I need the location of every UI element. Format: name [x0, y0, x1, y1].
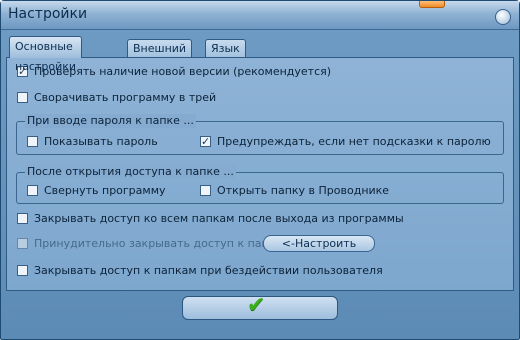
close-button[interactable] [495, 9, 511, 25]
minimize-tray-checkbox[interactable] [17, 92, 28, 103]
close-on-idle-label: Закрывать доступ к папкам при бездействи… [34, 264, 383, 277]
checkmark-icon: ✔ [247, 293, 266, 318]
tab-general[interactable]: Основные настройки [9, 36, 83, 73]
orange-handle-icon[interactable] [419, 1, 445, 8]
force-close-label: Принудительно закрывать доступ к папкам [34, 237, 291, 250]
minimize-program-checkbox[interactable] [27, 185, 38, 196]
open-in-explorer-checkbox[interactable] [200, 185, 211, 196]
tab-appearance[interactable]: Внешний вид [127, 39, 193, 72]
settings-window: Настройки Основные настройки Внешний вид… [0, 0, 520, 340]
password-group-title: При вводе пароля к папке ... [25, 114, 196, 128]
window-title: Настройки [8, 6, 88, 22]
configure-button[interactable]: <-Настроить [263, 235, 375, 252]
check-version-label: Проверять наличие новой версии (рекоменд… [34, 65, 332, 78]
open-access-group: После открытия доступа к папке ... Сверн… [16, 165, 504, 204]
show-password-checkbox[interactable] [27, 136, 38, 147]
close-all-on-exit-label: Закрывать доступ ко всем папкам после вы… [34, 212, 404, 225]
open-in-explorer-label: Открыть папку в Проводнике [217, 184, 390, 197]
tab-panel: Проверять наличие новой версии (рекоменд… [6, 57, 514, 291]
minimize-tray-label: Сворачивать программу в трей [34, 91, 217, 104]
title-bar[interactable]: Настройки [1, 1, 519, 30]
show-password-label: Показывать пароль [44, 135, 158, 148]
minimize-program-label: Свернуть программу [44, 184, 166, 197]
password-group: При вводе пароля к папке ... Показывать … [16, 114, 504, 155]
open-access-group-title: После открытия доступа к папке ... [25, 165, 236, 179]
force-close-checkbox[interactable] [17, 238, 28, 249]
ok-button[interactable]: ✔ [182, 293, 338, 320]
warn-no-hint-label: Предупреждать, если нет подсказки к паро… [217, 135, 491, 148]
close-on-idle-checkbox[interactable] [17, 265, 28, 276]
warn-no-hint-checkbox[interactable] [200, 134, 211, 150]
close-all-on-exit-checkbox[interactable] [17, 213, 28, 224]
tab-language[interactable]: Язык [205, 39, 246, 57]
